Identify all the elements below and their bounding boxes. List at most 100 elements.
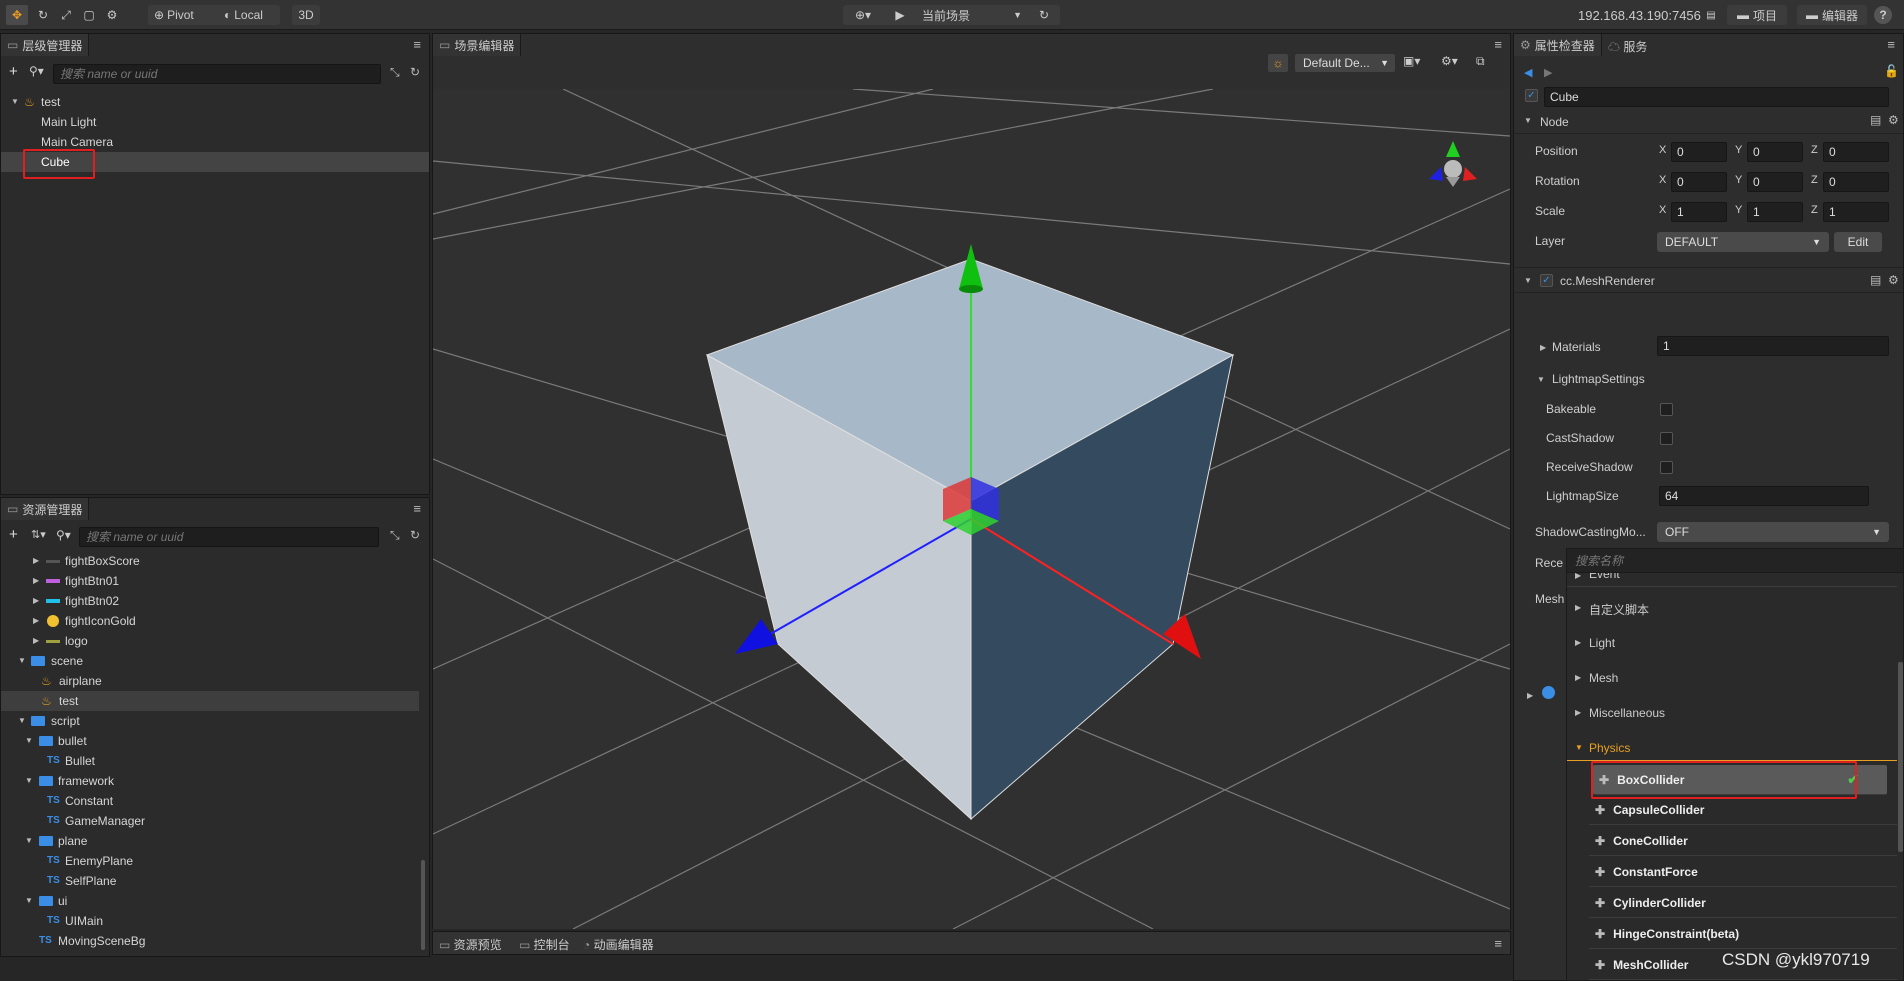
lock-icon[interactable]: 🔓 xyxy=(1884,64,1899,78)
project-button[interactable]: ▬ 项目 xyxy=(1727,5,1787,25)
panel-menu-icon[interactable]: ≡ xyxy=(1887,37,1895,52)
asset-item[interactable]: TS MovingSceneBg xyxy=(1,931,419,951)
expand-arrow-icon[interactable]: ▼ xyxy=(18,651,26,671)
scene-viewport[interactable] xyxy=(433,89,1510,929)
expand-arrow-icon[interactable]: ▶ xyxy=(1527,691,1533,700)
collapse-arrow-icon[interactable]: ▼ xyxy=(1575,743,1583,752)
node-section-header[interactable]: ▼ Node ▤ ⚙ xyxy=(1514,108,1903,134)
expand-arrow-icon[interactable]: ▶ xyxy=(1575,708,1581,717)
expand-arrow-icon[interactable]: ▶ xyxy=(33,631,39,651)
expand-arrow-icon[interactable]: ▶ xyxy=(1575,673,1581,682)
rotation-y-input[interactable]: 0 xyxy=(1747,172,1803,192)
light-toggle-button[interactable]: ☼ xyxy=(1268,54,1288,72)
panel-menu-icon[interactable]: ≡ xyxy=(1494,936,1502,951)
panel-menu-icon[interactable]: ≡ xyxy=(413,501,421,516)
component-cylinder-collider[interactable]: ✚ CylinderCollider xyxy=(1589,888,1897,918)
hierarchy-search-input[interactable]: 搜索 name or uuid xyxy=(53,64,381,84)
category-physics[interactable]: ▼ Physics xyxy=(1567,735,1897,761)
refresh-icon[interactable]: ↻ xyxy=(410,65,420,79)
rotation-z-input[interactable]: 0 xyxy=(1823,172,1889,192)
camera-select[interactable]: Default De... ▼ xyxy=(1295,54,1395,72)
assets-scrollbar[interactable] xyxy=(421,860,425,950)
asset-item[interactable]: ▶ fightBoxScore xyxy=(1,551,419,571)
help-button[interactable]: ? xyxy=(1874,6,1892,24)
category-miscellaneous[interactable]: ▶ Miscellaneous xyxy=(1567,700,1897,726)
forward-arrow-icon[interactable]: ▶ xyxy=(1544,66,1552,79)
component-list-scrollbar[interactable] xyxy=(1898,662,1903,852)
asset-item[interactable]: ♨ test xyxy=(1,691,419,711)
asset-item[interactable]: ▶ fightBtn01 xyxy=(1,571,419,591)
category-light[interactable]: ▶ Light xyxy=(1567,630,1897,656)
cast-shadow-checkbox[interactable] xyxy=(1660,432,1673,445)
assets-tab[interactable]: ▭ 资源管理器 xyxy=(1,498,90,520)
layer-edit-button[interactable]: Edit xyxy=(1834,232,1882,252)
asset-folder-bullet[interactable]: ▼ bullet xyxy=(1,731,419,751)
tree-item-main-light[interactable]: Main Light xyxy=(1,112,429,132)
component-hinge-constraint[interactable]: ✚ HingeConstraint(beta) xyxy=(1589,919,1897,949)
collapse-icon[interactable]: ⤡ xyxy=(390,65,400,80)
collapse-arrow-icon[interactable]: ▼ xyxy=(1524,276,1532,285)
assets-search-input[interactable]: 搜索 name or uuid xyxy=(79,527,379,547)
refresh-icon[interactable]: ↻ xyxy=(410,528,420,542)
doc-icon[interactable]: ▤ xyxy=(1870,273,1881,287)
scale-y-input[interactable]: 1 xyxy=(1747,202,1803,222)
category-custom-script[interactable]: ▶ 自定义脚本 xyxy=(1567,595,1897,621)
asset-item[interactable]: TS EnemyPlane xyxy=(1,851,419,871)
expand-arrow-icon[interactable]: ▼ xyxy=(25,831,33,851)
panel-menu-icon[interactable]: ≡ xyxy=(1494,37,1502,52)
asset-item[interactable]: TS UIMain xyxy=(1,911,419,931)
pivot-button[interactable]: ⊕ Pivot xyxy=(154,5,194,25)
rotate-tool-button[interactable]: ↻ xyxy=(33,5,53,25)
scene-editor-tab[interactable]: ▭ 场景编辑器 xyxy=(433,34,522,56)
search-filter-icon[interactable]: ⚲▾ xyxy=(29,64,44,78)
component-cone-collider[interactable]: ✚ ConeCollider xyxy=(1589,826,1897,856)
asset-item[interactable]: TS Bullet xyxy=(1,751,419,771)
search-filter-icon[interactable]: ⚲▾ xyxy=(56,528,71,542)
bakeable-checkbox[interactable] xyxy=(1660,403,1673,416)
asset-item[interactable]: ▶ logo xyxy=(1,631,419,651)
maximize-icon[interactable]: ⧉ xyxy=(1476,54,1485,69)
category-mesh[interactable]: ▶ Mesh xyxy=(1567,665,1897,691)
expand-arrow-icon[interactable]: ▼ xyxy=(11,92,19,112)
asset-item[interactable]: ▶ fightBtn02 xyxy=(1,591,419,611)
node-active-checkbox[interactable]: ✓ xyxy=(1525,89,1538,102)
tab-animation-editor[interactable]: ◔ 动画编辑器 xyxy=(583,936,654,953)
gear-icon[interactable]: ⚙ xyxy=(1888,273,1899,287)
position-y-input[interactable]: 0 xyxy=(1747,142,1803,162)
scene-select[interactable]: 当前场景 ▼ xyxy=(918,5,1026,25)
component-enabled-checkbox[interactable]: ✓ xyxy=(1540,274,1553,287)
expand-arrow-icon[interactable]: ▶ xyxy=(33,591,39,611)
add-asset-button[interactable]: + xyxy=(9,526,18,543)
asset-item[interactable]: ♨ airplane xyxy=(1,671,419,691)
component-capsule-collider[interactable]: ✚ CapsuleCollider xyxy=(1589,795,1897,825)
expand-arrow-icon[interactable]: ▶ xyxy=(33,571,39,591)
position-z-input[interactable]: 0 xyxy=(1823,142,1889,162)
asset-folder-framework[interactable]: ▼ framework xyxy=(1,771,419,791)
asset-item[interactable]: TS Constant xyxy=(1,791,419,811)
refresh-icon[interactable]: ↻ xyxy=(1034,5,1054,25)
shadow-casting-select[interactable]: OFF ▼ xyxy=(1657,522,1889,542)
asset-item[interactable]: ▶ fightIconGold xyxy=(1,611,419,631)
node-name-input[interactable]: Cube xyxy=(1544,87,1889,107)
component-constant-force[interactable]: ✚ ConstantForce xyxy=(1589,857,1897,887)
materials-count-input[interactable]: 1 xyxy=(1657,336,1889,356)
position-x-input[interactable]: 0 xyxy=(1671,142,1727,162)
expand-arrow-icon[interactable]: ▼ xyxy=(25,731,33,751)
expand-arrow-icon[interactable]: ▶ xyxy=(1575,638,1581,647)
mode-3d-button[interactable]: 3D xyxy=(292,5,320,25)
move-tool-button[interactable]: ✥ xyxy=(6,5,28,25)
asset-folder-plane[interactable]: ▼ plane xyxy=(1,831,419,851)
expand-arrow-icon[interactable]: ▶ xyxy=(33,551,39,571)
tab-asset-preview[interactable]: ▭ 资源预览 xyxy=(439,936,502,953)
tab-inspector[interactable]: ⚙ 属性检查器 xyxy=(1514,34,1602,56)
mesh-renderer-header[interactable]: ▼ ✓ cc.MeshRenderer ▤ ⚙ xyxy=(1514,267,1903,293)
back-arrow-icon[interactable]: ◀ xyxy=(1524,66,1532,79)
tab-services[interactable]: ☁ 服务 xyxy=(1608,38,1647,55)
collapse-icon[interactable]: ⤡ xyxy=(390,528,400,543)
panel-menu-icon[interactable]: ≡ xyxy=(413,37,421,52)
layer-select[interactable]: DEFAULT ▼ xyxy=(1657,232,1829,252)
asset-folder-ui[interactable]: ▼ ui xyxy=(1,891,419,911)
tab-console[interactable]: ▭ 控制台 xyxy=(519,936,570,953)
hierarchy-tab[interactable]: ▭ 层级管理器 xyxy=(1,34,90,56)
collapse-arrow-icon[interactable]: ▼ xyxy=(1537,375,1545,384)
